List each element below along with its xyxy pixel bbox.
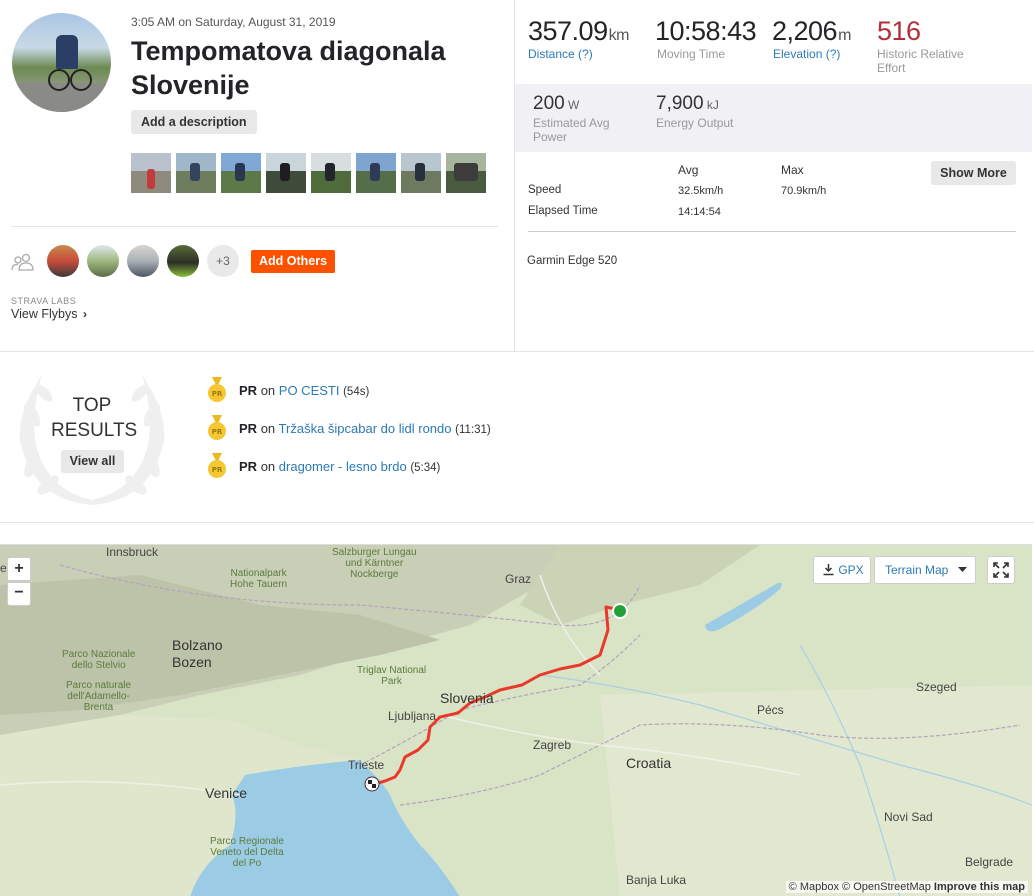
svg-text:PR: PR [212,390,223,398]
add-others-button[interactable]: Add Others [251,250,335,273]
map-label: Slovenia [440,690,494,706]
activity-photo[interactable] [221,153,261,193]
section-divider [0,351,1034,352]
download-icon [823,564,834,576]
elevation-label[interactable]: Elevation (?) [773,47,840,61]
avg-column-header: Avg [678,163,699,177]
map-label: Parco naturale dell'Adamello- Brenta [66,680,132,713]
kudo-athlete-avatar[interactable] [167,245,199,277]
zoom-in-button[interactable]: + [7,557,31,581]
kudo-athlete-avatar[interactable] [127,245,159,277]
relative-effort-value[interactable]: 516 [877,16,921,47]
activity-photo[interactable] [266,153,306,193]
map-attribution: © Mapbox © OpenStreetMap Improve this ma… [785,881,1028,893]
map-label: Nationalpark Hohe Tauern [230,568,288,590]
map-label: Innsbruck [106,545,159,559]
show-more-button[interactable]: Show More [931,161,1016,185]
pr-result: PR on dragomer - lesno brdo (5:34) [239,459,441,474]
activity-title: Tempomatova diagonala Slovenije [131,36,446,100]
top-results-title: TOP RESULTS [51,395,138,441]
segment-link[interactable]: PO CESTI [279,383,340,398]
energy-label: Energy Output [656,116,734,130]
people-icon [11,253,34,271]
distance-label[interactable]: Distance (?) [528,47,593,61]
strava-labs-label: STRAVA LABS [11,296,77,306]
divider [11,226,498,227]
pr-result: PR on Tržaška šipcabar do lidl rondo (11… [239,421,491,436]
energy-value: 7,900 kJ [656,93,719,114]
power-value: 200 W [533,93,580,114]
map-label: Graz [505,572,532,586]
map-label: Ljubljana [388,709,437,723]
fullscreen-button[interactable] [987,556,1015,584]
map-label: Croatia [626,755,672,771]
activity-route [364,603,628,792]
relative-effort-label: Historic Relative Effort [877,47,964,75]
power-label: Estimated Avg Power [533,116,610,144]
add-description-button[interactable]: Add a description [131,110,257,134]
elapsed-time-label: Elapsed Time [528,205,598,217]
speed-max: 70.9km/h [781,185,827,197]
chevron-down-icon [957,567,967,572]
moving-time-label: Moving Time [657,47,726,61]
improve-map-link[interactable]: Improve this map [934,881,1025,893]
activity-photo[interactable] [401,153,441,193]
pr-medal-icon: PR [208,415,226,440]
map-label: Trieste [348,758,385,772]
speed-avg: 32.5km/h [678,185,724,197]
activity-photo[interactable] [131,153,171,193]
map-label: Parco Nazionale dello Stelvio [62,649,136,671]
chevron-right-icon: › [83,307,87,321]
map-label: Szeged [916,680,957,694]
section-divider [0,522,1034,523]
map-label: Bolzano Bozen [172,637,223,670]
map-label: Belgrade [965,855,1014,869]
activity-photo[interactable] [176,153,216,193]
route-finish-marker [364,776,380,792]
more-athletes-count[interactable]: +3 [207,245,239,277]
map-type-dropdown[interactable]: Terrain Map [874,556,976,584]
activity-photo[interactable] [356,153,396,193]
activity-date: 3:05 AM on Saturday, August 31, 2019 [131,15,336,29]
map-label: Salzburger Lungau und Kärntner Nockberge [332,547,417,580]
device-name: Garmin Edge 520 [527,255,618,267]
map-label: Triglav National Park [357,665,427,687]
map-label: Parco Regionale Veneto del Delta del Po [210,836,284,869]
map-label: Pécs [757,703,784,717]
pr-medal-icon: PR [208,377,226,402]
svg-text:PR: PR [212,466,223,474]
map-label: Venice [205,785,248,801]
map-label: Banja Luka [626,873,687,887]
pr-result: PR on PO CESTI (54s) [239,383,370,398]
export-gpx-button[interactable]: GPX [813,556,871,584]
elevation-value: 2,206m [772,16,851,46]
speed-label: Speed [528,184,562,196]
map-label: Novi Sad [884,810,933,824]
athlete-avatar[interactable] [12,13,111,112]
activity-photo[interactable] [446,153,486,193]
svg-text:PR: PR [212,428,223,436]
kudo-athlete-avatar[interactable] [87,245,119,277]
view-flybys-link[interactable]: View Flybys [11,307,77,321]
elapsed-time-avg: 14:14:54 [678,206,721,218]
map-label: Zagreb [533,738,572,752]
fullscreen-icon [993,562,1009,578]
activity-photo[interactable] [311,153,351,193]
kudo-athlete-avatar[interactable] [47,245,79,277]
max-column-header: Max [781,163,804,177]
route-start-marker [612,603,628,619]
distance-value: 357.09km [528,16,629,46]
vertical-divider [514,0,515,351]
view-all-button[interactable]: View all [61,450,124,473]
divider [528,231,1016,232]
pr-medal-icon: PR [208,453,226,478]
segment-link[interactable]: Tržaška šipcabar do lidl rondo [279,421,452,436]
segment-link[interactable]: dragomer - lesno brdo [279,459,407,474]
zoom-out-button[interactable]: − [7,582,31,606]
route-map[interactable]: Innsbruck ein Salzburger Lungau und Kärn… [0,544,1032,896]
moving-time-value: 10:58:43 [655,16,757,46]
